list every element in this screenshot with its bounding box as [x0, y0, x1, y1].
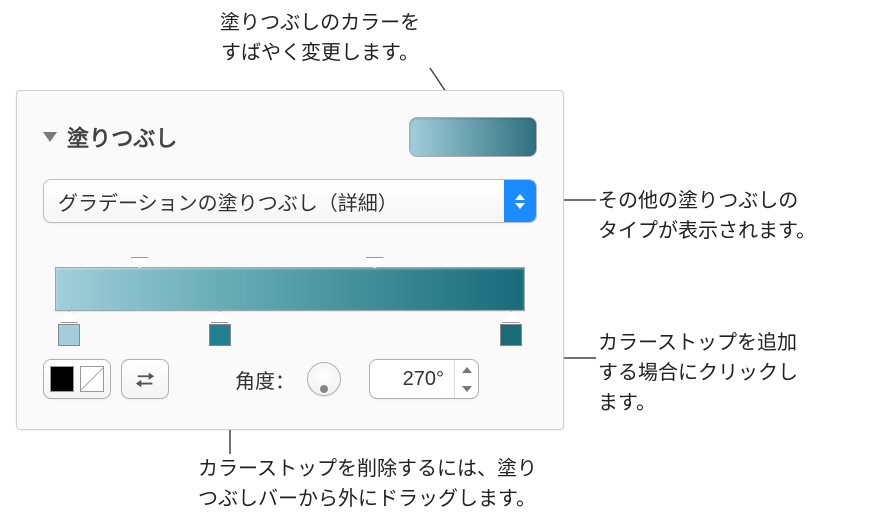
angle-stepper: [454, 360, 478, 398]
gradient-bar[interactable]: [55, 267, 525, 311]
popup-arrows-icon: [504, 180, 536, 222]
gradient-color-stop[interactable]: [58, 311, 80, 346]
gradient-editor[interactable]: [43, 255, 537, 345]
fill-section-title[interactable]: 塗りつぶし: [43, 121, 177, 153]
stop-swatch[interactable]: [58, 324, 80, 346]
stop-pointer-icon: [211, 311, 229, 323]
stop-pointer-icon: [502, 311, 520, 323]
gradient-color-stop[interactable]: [209, 311, 231, 346]
callout-color-well: 塗りつぶしのカラーを すばやく変更します。: [190, 8, 450, 68]
preset-black-swatch[interactable]: [50, 366, 74, 392]
angle-field[interactable]: 270°: [369, 359, 479, 399]
stop-pointer-icon: [60, 311, 78, 323]
stop-swatch[interactable]: [500, 324, 522, 346]
section-header: 塗りつぶし: [43, 109, 537, 157]
fill-color-well[interactable]: [409, 117, 537, 157]
preset-bw-swatches[interactable]: [43, 359, 111, 399]
angle-value: 270°: [370, 360, 454, 398]
fill-type-label: グラデーションの塗りつぶし（詳細）: [44, 187, 504, 216]
angle-step-down[interactable]: [455, 379, 478, 398]
section-title-label: 塗りつぶし: [67, 121, 177, 153]
gradient-bottom-row: 角度： 270°: [43, 359, 537, 399]
callout-remove-stop: カラーストップを削除するには、塗り つぶしバーから外にドラッグします。: [198, 454, 537, 514]
swap-icon: [134, 368, 156, 390]
callout-fill-type: その他の塗りつぶしの タイプが表示されます。: [598, 186, 816, 246]
callout-add-stop: カラーストップを追加 する場合にクリックし ます。: [598, 328, 798, 418]
flip-gradient-button[interactable]: [121, 359, 169, 399]
fill-panel: 塗りつぶし グラデーションの塗りつぶし（詳細） 角度： 270°: [16, 90, 564, 430]
stop-swatch[interactable]: [209, 324, 231, 346]
fill-type-popup[interactable]: グラデーションの塗りつぶし（詳細）: [43, 179, 537, 223]
preset-white-swatch[interactable]: [80, 366, 104, 392]
angle-dial[interactable]: [307, 362, 341, 396]
disclosure-triangle-icon: [43, 132, 57, 142]
gradient-color-stop[interactable]: [500, 311, 522, 346]
angle-label: 角度：: [235, 365, 295, 394]
angle-step-up[interactable]: [455, 360, 478, 379]
